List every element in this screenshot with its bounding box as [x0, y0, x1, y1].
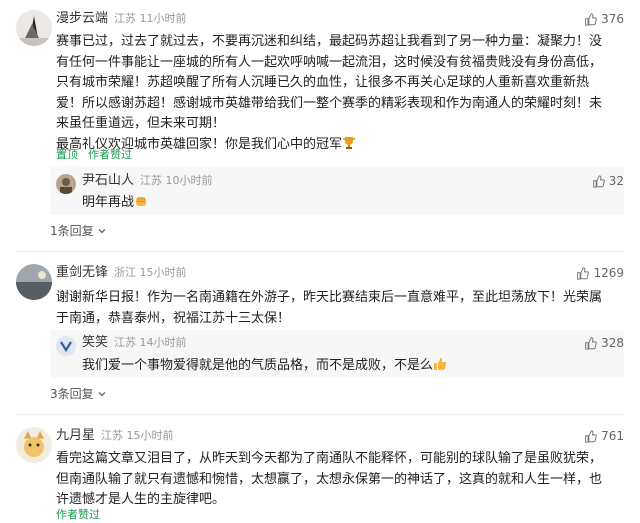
- comment-meta: 江苏 15小时前: [101, 429, 174, 442]
- comment-header: 重剑无锋 浙江 15小时前: [56, 264, 187, 282]
- like-button[interactable]: 328: [584, 334, 624, 352]
- reply-header: 笑笑 江苏 14小时前: [82, 334, 187, 352]
- comment-text: 谢谢新华日报！作为一名南通籍在外游子，昨天比赛结束后一直意难平，至此坦荡放下！光…: [56, 290, 603, 326]
- avatar[interactable]: [56, 336, 76, 356]
- like-count: 32: [608, 174, 624, 188]
- like-button[interactable]: 761: [584, 427, 624, 445]
- trophy-emoji: [342, 136, 356, 158]
- reply-item: 尹石山人 江苏 10小时前 32 明年再战: [0, 167, 640, 215]
- reply-item: 笑笑 江苏 14小时前 328 我们爱一个事物爱得就是他的气质品格，而不是成败，不…: [0, 330, 640, 378]
- username[interactable]: 九月星: [56, 428, 95, 443]
- like-count: 761: [601, 429, 624, 443]
- chevron-down-icon: [98, 392, 106, 397]
- avatar[interactable]: [16, 264, 52, 300]
- like-count: 1269: [593, 266, 624, 280]
- comment-item: 重剑无锋 浙江 15小时前 1269 谢谢新华日报！作为一名南通籍在外游子，昨天比…: [0, 264, 640, 334]
- like-button[interactable]: 32: [592, 172, 624, 190]
- reply-text: 明年再战: [82, 193, 624, 216]
- comment-meta: 浙江 15小时前: [114, 266, 187, 279]
- thumbs-up-emoji: [433, 357, 447, 379]
- comment-item: 九月星 江苏 15小时前 761 看完这篇文章又泪目了，从昨天到今天都为了南通队不…: [0, 427, 640, 523]
- thumb-up-icon: [585, 336, 597, 350]
- comment-header: 九月星 江苏 15小时前: [56, 427, 174, 445]
- username[interactable]: 笑笑: [82, 335, 108, 350]
- comment-actions: 作者赞过: [56, 508, 110, 522]
- thumb-up-icon: [585, 12, 597, 26]
- comment-header: 漫步云端 江苏 11小时前: [56, 10, 187, 28]
- comment-list: 漫步云端 江苏 11小时前 376 赛事已过，过去了就过去，不要再沉迷和纠结，最起…: [0, 0, 640, 523]
- comment-actions: 置顶 作者赞过: [56, 148, 142, 162]
- author-liked-label: 作者赞过: [56, 508, 100, 521]
- username[interactable]: 重剑无锋: [56, 265, 108, 280]
- chevron-down-icon: [98, 229, 106, 234]
- divider: [16, 414, 624, 415]
- comment-meta: 江苏 14小时前: [114, 336, 187, 349]
- pin-label[interactable]: 置顶: [56, 148, 78, 161]
- more-replies-button[interactable]: 1条回复: [50, 223, 107, 239]
- author-liked-label: 作者赞过: [88, 148, 132, 161]
- username[interactable]: 漫步云端: [56, 11, 108, 26]
- comment-meta: 江苏 10小时前: [140, 174, 213, 187]
- like-button[interactable]: 376: [584, 10, 624, 28]
- divider: [16, 251, 624, 252]
- reply-header: 尹石山人 江苏 10小时前: [82, 172, 213, 190]
- comment-text: 看完这篇文章又泪目了，从昨天到今天都为了南通队不能释怀，可能别的球队输了是虽败犹…: [56, 451, 603, 507]
- avatar[interactable]: [16, 427, 52, 463]
- comment-meta: 江苏 11小时前: [114, 12, 187, 25]
- thumb-up-icon: [577, 266, 590, 280]
- fist-emoji: [134, 194, 148, 216]
- like-count: 328: [601, 336, 624, 350]
- like-button[interactable]: 1269: [576, 264, 624, 282]
- thumb-up-icon: [592, 174, 605, 188]
- avatar[interactable]: [16, 10, 52, 46]
- like-count: 376: [601, 12, 624, 26]
- comment-text: 赛事已过，过去了就过去，不要再沉迷和纠结，最起码苏超让我看到了另一种力量：凝聚力…: [56, 32, 624, 157]
- reply-text: 我们爱一个事物爱得就是他的气质品格，而不是成败，不是么: [82, 356, 624, 379]
- thumb-up-icon: [585, 429, 597, 443]
- avatar[interactable]: [56, 174, 76, 194]
- username[interactable]: 尹石山人: [82, 173, 134, 188]
- comment-item: 漫步云端 江苏 11小时前 376 赛事已过，过去了就过去，不要再沉迷和纠结，最起…: [0, 0, 640, 180]
- more-replies-button[interactable]: 3条回复: [50, 386, 107, 402]
